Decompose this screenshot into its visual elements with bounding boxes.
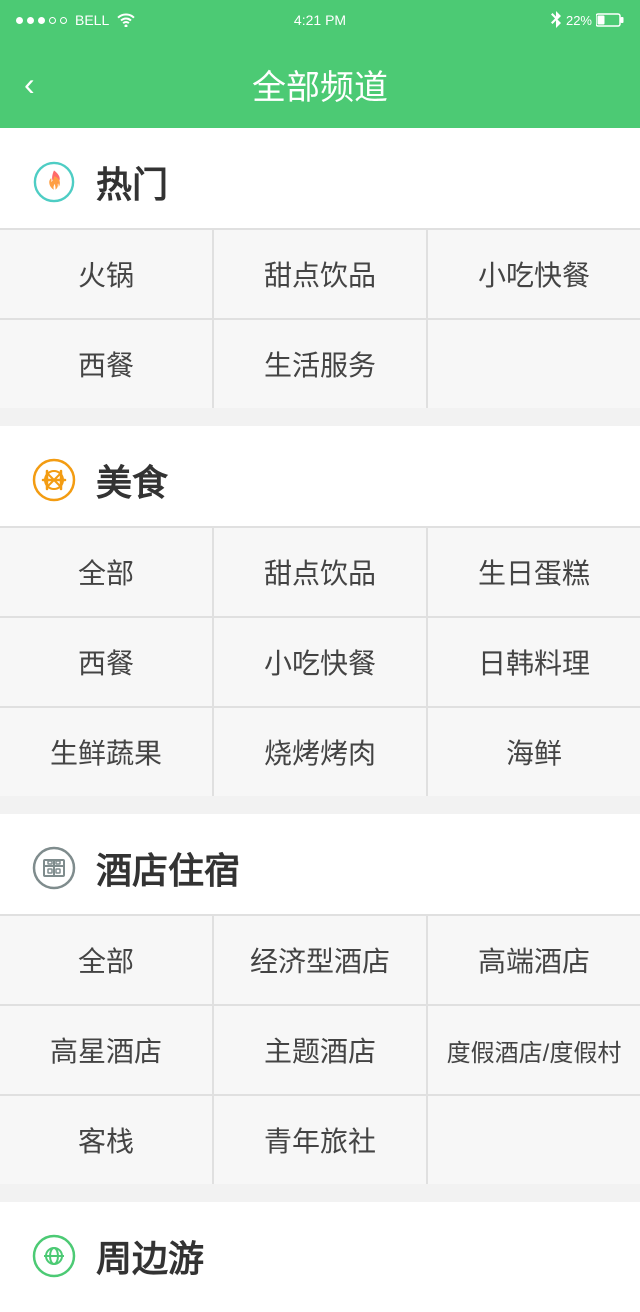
battery-icon xyxy=(596,13,624,27)
food-grid: 全部 甜点饮品 生日蛋糕 西餐 小吃快餐 日韩料理 生鲜蔬果 烧烤烤肉 海鲜 xyxy=(0,526,640,796)
hotel-item-2[interactable]: 高端酒店 xyxy=(428,916,640,1004)
signal-dot-5 xyxy=(60,17,67,24)
back-button[interactable]: ‹ xyxy=(24,66,35,103)
signal-dot-1 xyxy=(16,17,23,24)
hotel-item-7[interactable]: 青年旅社 xyxy=(214,1096,426,1184)
travel-icon xyxy=(28,1230,80,1282)
wifi-icon xyxy=(117,13,135,27)
battery-percent: 22% xyxy=(566,13,592,28)
hotel-grid: 全部 经济型酒店 高端酒店 高星酒店 主题酒店 度假酒店/度假村 客栈 青年旅社 xyxy=(0,914,640,1184)
food-item-2[interactable]: 生日蛋糕 xyxy=(428,528,640,616)
section-travel-title: 周边游 xyxy=(96,1230,204,1282)
hotel-item-6[interactable]: 客栈 xyxy=(0,1096,212,1184)
section-travel-header: 周边游 xyxy=(0,1202,640,1302)
status-left: BELL xyxy=(16,12,135,28)
section-hot: 热门 火锅 甜点饮品 小吃快餐 西餐 生活服务 xyxy=(0,128,640,408)
section-hotel: 酒店住宿 全部 经济型酒店 高端酒店 高星酒店 主题酒店 度假酒店/度假村 客栈… xyxy=(0,814,640,1184)
nav-title: 全部频道 xyxy=(252,60,388,109)
hotel-item-5[interactable]: 度假酒店/度假村 xyxy=(428,1006,640,1094)
hot-grid: 火锅 甜点饮品 小吃快餐 西餐 生活服务 xyxy=(0,228,640,408)
food-item-8[interactable]: 海鲜 xyxy=(428,708,640,796)
food-item-4[interactable]: 小吃快餐 xyxy=(214,618,426,706)
section-food: 美食 全部 甜点饮品 生日蛋糕 西餐 小吃快餐 日韩料理 生鲜蔬果 烧烤烤肉 海… xyxy=(0,426,640,796)
hot-item-2[interactable]: 小吃快餐 xyxy=(428,230,640,318)
food-item-7[interactable]: 烧烤烤肉 xyxy=(214,708,426,796)
section-food-header: 美食 xyxy=(0,426,640,526)
hotel-item-0[interactable]: 全部 xyxy=(0,916,212,1004)
hotel-item-4[interactable]: 主题酒店 xyxy=(214,1006,426,1094)
food-icon xyxy=(28,454,80,506)
food-item-3[interactable]: 西餐 xyxy=(0,618,212,706)
status-right: 22% xyxy=(550,11,624,29)
section-travel: 周边游 xyxy=(0,1202,640,1312)
status-time: 4:21 PM xyxy=(294,12,346,28)
bluetooth-icon xyxy=(550,11,562,29)
nav-bar: ‹ 全部频道 xyxy=(0,40,640,128)
hot-item-0[interactable]: 火锅 xyxy=(0,230,212,318)
section-hotel-header: 酒店住宿 xyxy=(0,814,640,914)
hot-icon xyxy=(28,156,80,208)
food-item-6[interactable]: 生鲜蔬果 xyxy=(0,708,212,796)
food-item-5[interactable]: 日韩料理 xyxy=(428,618,640,706)
food-item-0[interactable]: 全部 xyxy=(0,528,212,616)
hot-item-4[interactable]: 生活服务 xyxy=(214,320,426,408)
hot-item-5 xyxy=(428,320,640,408)
food-item-1[interactable]: 甜点饮品 xyxy=(214,528,426,616)
hotel-item-8 xyxy=(428,1096,640,1184)
hot-item-3[interactable]: 西餐 xyxy=(0,320,212,408)
carrier-label: BELL xyxy=(75,12,109,28)
section-hot-header: 热门 xyxy=(0,128,640,228)
signal-dot-4 xyxy=(49,17,56,24)
section-hotel-title: 酒店住宿 xyxy=(96,842,240,894)
signal-dot-2 xyxy=(27,17,34,24)
hot-item-1[interactable]: 甜点饮品 xyxy=(214,230,426,318)
hotel-icon xyxy=(28,842,80,894)
status-bar: BELL 4:21 PM 22% xyxy=(0,0,640,40)
section-food-title: 美食 xyxy=(96,454,168,506)
signal-dot-3 xyxy=(38,17,45,24)
hotel-item-3[interactable]: 高星酒店 xyxy=(0,1006,212,1094)
section-hot-title: 热门 xyxy=(96,156,168,208)
content: 热门 火锅 甜点饮品 小吃快餐 西餐 生活服务 xyxy=(0,128,640,1312)
hotel-item-1[interactable]: 经济型酒店 xyxy=(214,916,426,1004)
